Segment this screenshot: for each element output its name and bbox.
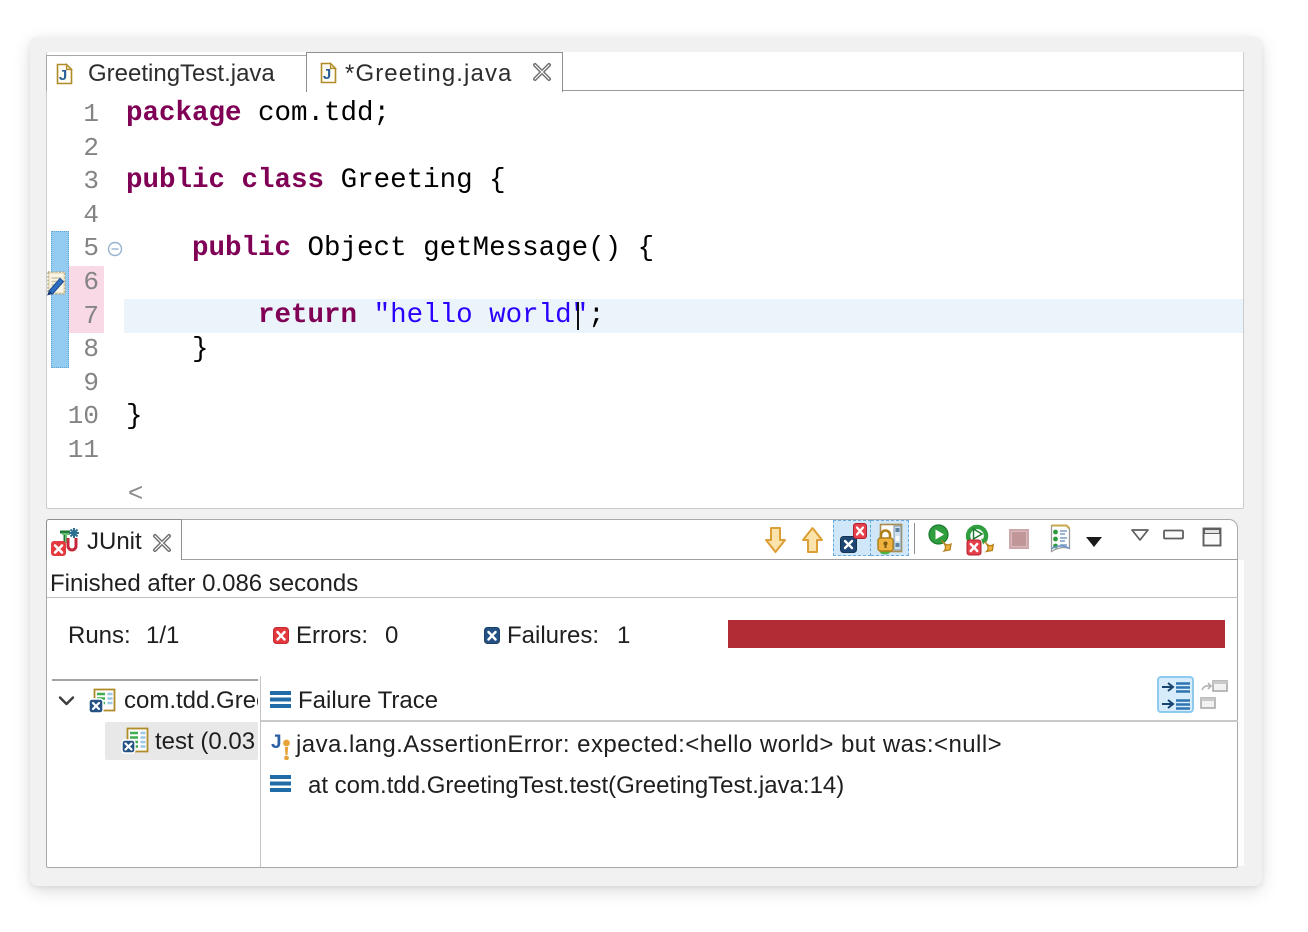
svg-text:J: J (323, 66, 331, 83)
svg-text:J: J (59, 67, 67, 84)
svg-text:J: J (271, 732, 282, 753)
